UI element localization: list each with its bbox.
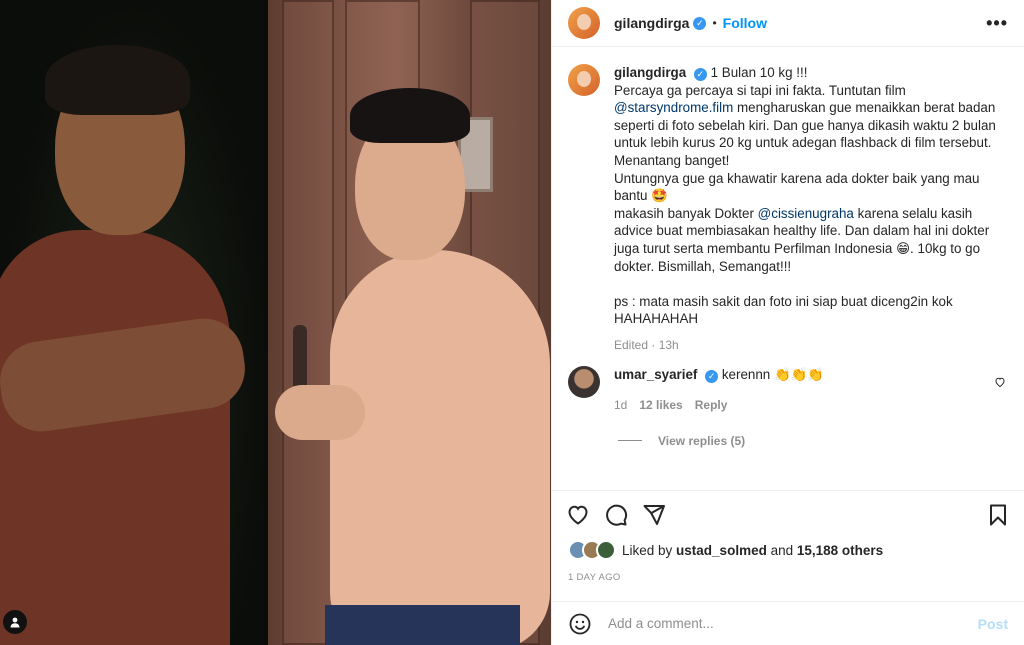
caption-line: mengharuskan gue menaikkan berat badan s… [614,100,996,221]
post-button[interactable]: Post [978,616,1008,632]
post-date[interactable]: 1 DAY AGO [568,572,621,583]
follow-button[interactable]: Follow [723,15,767,31]
comment-likes[interactable]: 12 likes [639,398,682,412]
likes-prefix: Liked by [622,542,677,558]
after-hair [350,88,470,143]
separator-dot: • [712,16,717,30]
comment-body: umar_syarief ✓ kerennn 👏👏👏 [614,366,824,384]
likes-text: Liked by ustad_solmed and 15,188 others [622,543,883,558]
view-replies-link[interactable]: View replies (5) [614,434,1008,448]
post-header: gilangdirga ✓ • Follow ••• [552,0,1024,47]
verified-icon: ✓ [705,369,719,383]
caption-line: karena selalu kasih advice buat membiasa… [614,205,990,327]
door-panel [282,0,334,645]
likes-middle: and [766,542,797,558]
liker-avatar [596,540,616,560]
post-side-panel: gilangdirga ✓ • Follow ••• gilangdirga ✓… [551,0,1024,645]
mention-link[interactable]: @cissienugraha [758,206,854,221]
after-arm [275,385,365,440]
caption-meta: Edited · 13h [614,337,679,352]
avatar[interactable] [568,7,600,39]
instagram-post: gilangdirga ✓ • Follow ••• gilangdirga ✓… [0,0,1024,645]
comment-meta: 1d 12 likes Reply [614,398,824,412]
after-torso [330,250,550,645]
jeans [325,605,520,645]
liker-username[interactable]: ustad_solmed [676,543,767,558]
emoji-icon[interactable] [568,612,592,636]
mention-link[interactable]: @starsyndrome.film [614,100,733,115]
avatar[interactable] [568,365,600,398]
more-icon[interactable]: ••• [986,13,1008,34]
comment-icon[interactable] [604,503,628,527]
avatar[interactable] [568,64,600,96]
comment-age: 1d [614,397,628,412]
add-comment-bar: Post [552,601,1024,645]
comment-item: umar_syarief ✓ kerennn 👏👏👏 1d 12 likes R… [568,365,1008,412]
post-photo[interactable] [0,0,551,645]
verified-icon: ✓ [693,68,707,81]
caption-username[interactable]: gilangdirga [614,65,686,80]
before-hair [45,45,190,115]
maroon-shirt-figure [0,230,230,645]
verified-icon: ✓ [693,16,707,30]
caption-line: Percaya ga percaya si tapi ini fakta. Tu… [614,82,906,98]
share-icon[interactable] [642,503,666,527]
likes-count[interactable]: 15,188 others [797,543,883,558]
caption: gilangdirga ✓ 1 Bulan 10 kg !!! Percaya … [568,64,1008,328]
reply-button[interactable]: Reply [695,398,728,412]
heart-icon[interactable] [994,376,1006,388]
comments-section[interactable]: gilangdirga ✓ 1 Bulan 10 kg !!! Percaya … [552,48,1024,488]
heart-icon[interactable] [566,503,590,527]
action-bar [552,490,1024,538]
tag-user-icon[interactable] [3,610,27,634]
bookmark-icon[interactable] [986,503,1010,527]
header-username[interactable]: gilangdirga [614,15,689,31]
caption-line: 1 Bulan 10 kg !!! [710,65,808,80]
photo-before [0,0,268,645]
likes-summary: Liked by ustad_solmed and 15,188 others [568,540,883,560]
caption-text: gilangdirga ✓ 1 Bulan 10 kg !!! Percaya … [614,64,1008,328]
comment-username[interactable]: umar_syarief [614,367,697,382]
comment-text: kerennn 👏👏👏 [721,366,824,382]
comment-input[interactable] [608,616,978,631]
